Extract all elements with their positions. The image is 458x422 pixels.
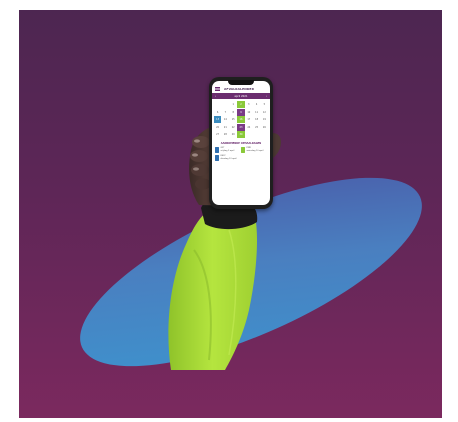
calendar-day: 20 — [216, 125, 220, 129]
calendar-day: 9 — [237, 108, 245, 116]
calendar-day: 5 — [263, 103, 266, 106]
calendar-day: 22 — [231, 125, 235, 129]
waste-bin-icon — [215, 155, 219, 162]
schedule-item: PMD zaterdag 10 april — [241, 147, 267, 154]
calendar-day — [253, 131, 260, 138]
calendar-day: 17 — [247, 118, 251, 122]
calendar-day: 4 — [255, 103, 258, 106]
poster-background: AFVALKALENDER ‹ april 2021 › 1 2 3 4 5 6 7 8 9 10… — [19, 10, 442, 418]
scene-illustration — [80, 126, 422, 370]
phone-notch — [228, 80, 254, 85]
chevron-right-icon: › — [265, 94, 267, 98]
calendar-day: 28 — [223, 133, 227, 137]
calendar-grid: 1 2 3 4 5 6 7 8 9 10 11 12 13 14 15 16 17 18 19 20 21 22 23 24 2… — [212, 99, 270, 140]
calendar-day: 2 — [237, 101, 245, 108]
calendar-day: 8 — [232, 110, 234, 114]
calendar-day: 3 — [248, 103, 250, 106]
calendar-day: 12 — [262, 110, 266, 114]
calendar-day: 21 — [223, 125, 227, 129]
calendar-day: 30 — [237, 131, 245, 139]
month-label: april 2021 — [234, 94, 248, 98]
schedule-item-text: PMD zaterdag 10 april — [246, 147, 264, 152]
schedule-item-text: REST dinsdag 13 april — [220, 155, 237, 160]
calendar-day: 13 — [214, 116, 222, 124]
calendar-day: 7 — [224, 110, 227, 114]
calendar-day — [245, 131, 252, 138]
calendar-day: 15 — [231, 118, 235, 122]
phone-screen: AFVALKALENDER ‹ april 2021 › 1 2 3 4 5 6 7 8 9 10… — [212, 81, 270, 205]
calendar-day — [214, 101, 221, 108]
chevron-left-icon: ‹ — [215, 94, 217, 98]
calendar-day: 11 — [255, 110, 259, 114]
calendar-day: 23 — [237, 123, 245, 131]
green-sleeve — [168, 210, 257, 370]
calendar-day: 25 — [255, 125, 259, 129]
calendar-day: 1 — [232, 103, 234, 106]
calendar-day — [222, 101, 229, 108]
calendar-day: 19 — [262, 118, 266, 122]
calendar-day: 18 — [255, 118, 259, 122]
waste-bin-icon — [241, 147, 245, 154]
calendar-day: 14 — [223, 118, 227, 122]
calendar-day — [261, 131, 268, 138]
schedule-item: GFT vrijdag 9 april — [215, 147, 241, 154]
calendar-day: 26 — [262, 125, 266, 129]
waste-bin-icon — [215, 147, 219, 154]
app-title: AFVALKALENDER — [224, 87, 254, 91]
smartphone: AFVALKALENDER ‹ april 2021 › 1 2 3 4 5 6 7 8 9 10… — [209, 77, 273, 209]
hamburger-menu-icon — [215, 87, 220, 91]
schedule-item-text: GFT vrijdag 9 april — [220, 147, 235, 152]
calendar-day: 10 — [247, 110, 251, 114]
calendar-day: 16 — [237, 116, 245, 124]
calendar-day: 24 — [247, 125, 251, 129]
schedule-title: AANKOMENDE OPHAALDAGEN — [220, 142, 262, 146]
calendar-day: 29 — [231, 133, 235, 137]
schedule-item: REST dinsdag 13 april — [215, 155, 241, 162]
calendar-day: 6 — [216, 110, 219, 114]
calendar-day: 27 — [216, 133, 220, 137]
schedule-list: GFT vrijdag 9 april PMD zaterdag 10 april RE… — [212, 147, 270, 163]
